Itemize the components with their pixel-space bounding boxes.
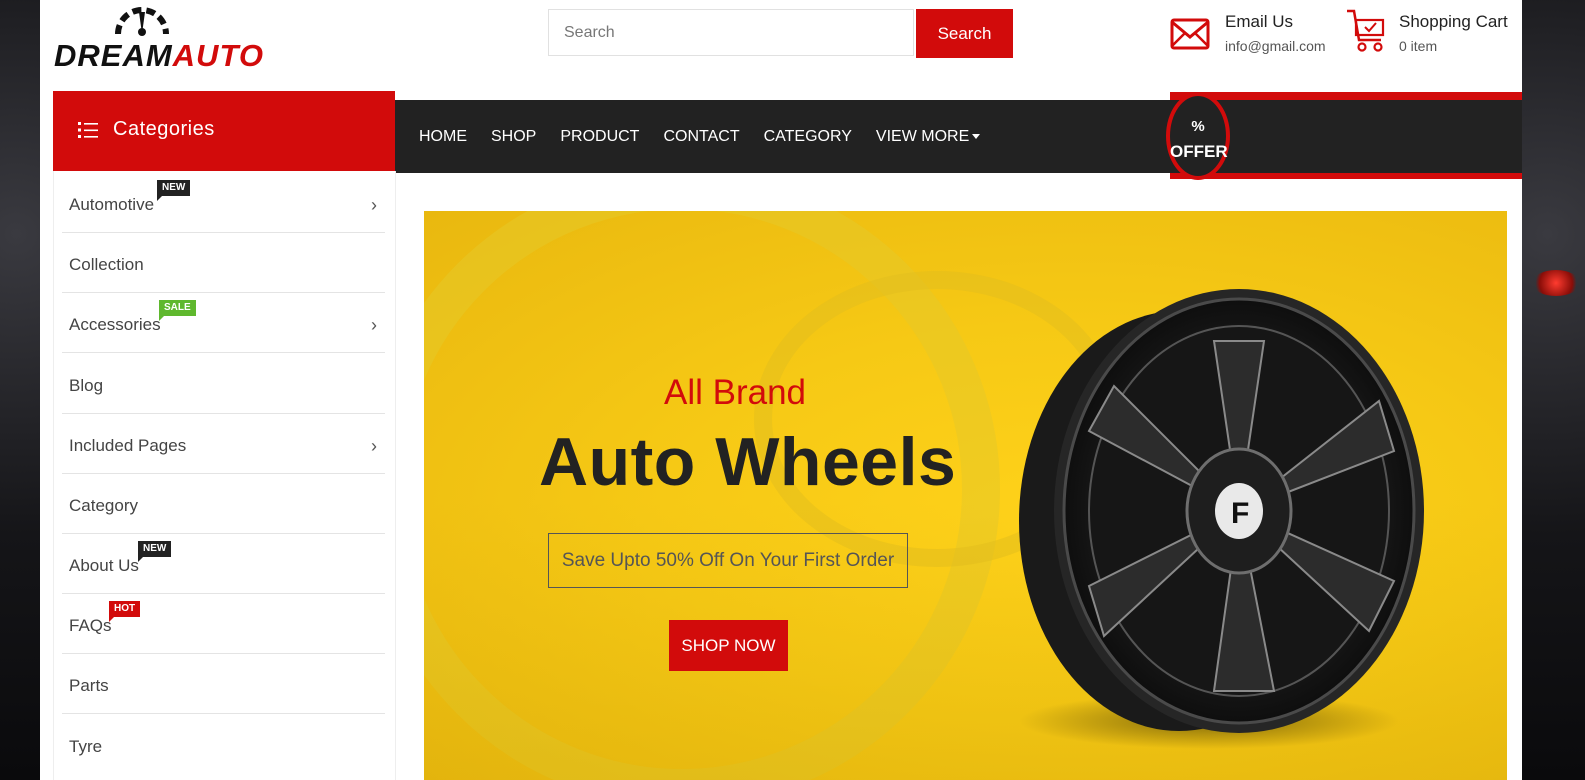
chevron-right-icon: › [371,315,377,335]
new-badge: NEW [138,541,172,562]
categories-list: Automotive NEW › Collection Accessories … [53,171,396,780]
category-included-pages[interactable]: Included Pages › [62,414,385,474]
categories-title: Categories [113,118,215,140]
hero-banner: All Brand Auto Wheels Save Upto 50% Off … [424,211,1507,780]
offer-button[interactable]: % OFFER [1166,92,1230,180]
logo[interactable]: DREAMAUTO [52,0,263,80]
shop-now-button[interactable]: SHOP NOW [669,620,788,671]
hero-title: Auto Wheels [539,424,957,500]
envelope-icon [1170,18,1210,50]
email-title: Email Us [1225,12,1294,31]
category-label: Automotive [69,195,155,214]
category-faqs[interactable]: FAQs HOT [62,594,385,654]
background-right [1522,0,1585,780]
category-label: Parts [69,676,109,695]
category-tyre[interactable]: Tyre [62,715,385,775]
hero-offer-text: Save Upto 50% Off On Your First Order [548,533,908,588]
background-left [0,0,40,780]
category-parts[interactable]: Parts [62,654,385,714]
search-bar: Search [548,9,1014,58]
category-collection[interactable]: Collection [62,233,385,293]
category-label: Tyre [69,737,103,756]
cart-icon [1347,9,1385,52]
category-automotive[interactable]: Automotive NEW › [62,173,385,233]
category-blog[interactable]: Blog [62,354,385,414]
car-light [1532,270,1580,296]
chevron-right-icon: › [371,436,377,456]
email-us[interactable]: Email Us info@gmail.com [1170,10,1340,60]
nav-product[interactable]: PRODUCT [560,128,639,146]
category-label: Category [69,496,138,515]
categories-header[interactable]: Categories [53,91,395,171]
alloy-wheel-image: F [1019,289,1424,749]
sale-badge: SALE [159,300,196,321]
search-button[interactable]: Search [916,9,1013,58]
logo-text-dream: DREAM [54,38,173,73]
logo-text-auto: AUTO [172,38,264,73]
email-value: info@gmail.com [1225,38,1326,54]
list-icon [78,122,98,138]
nav-home[interactable]: HOME [419,128,467,146]
category-label: Collection [69,255,144,274]
caret-down-icon [972,133,981,139]
category-about-us[interactable]: About Us NEW [62,534,385,594]
search-input[interactable] [548,9,914,56]
percent-icon: % [1191,118,1205,135]
chevron-right-icon: › [371,195,377,215]
category-label: FAQs [69,616,112,635]
new-badge: NEW [157,180,191,201]
speedometer-logo-icon [115,7,169,36]
cart-count: 0 item [1399,38,1438,54]
offer-label: OFFER [1170,142,1228,161]
nav-shop[interactable]: SHOP [491,128,536,146]
svg-text:F: F [1231,497,1249,530]
category-label: Accessories [69,315,161,334]
nav-contact[interactable]: CONTACT [663,128,739,146]
category-label: About Us [69,556,139,575]
nav-menu: HOME SHOP PRODUCT CONTACT CATEGORY VIEW … [419,100,1004,173]
category-label: Blog [69,376,104,395]
category-accessories[interactable]: Accessories SALE › [62,293,385,353]
hero-subtitle: All Brand [664,373,807,412]
category-category[interactable]: Category [62,474,385,534]
nav-view-more[interactable]: VIEW MORE [875,127,981,146]
shopping-cart[interactable]: Shopping Cart 0 item [1345,9,1520,60]
cart-title: Shopping Cart [1399,12,1508,31]
category-label: Included Pages [69,436,187,455]
nav-category[interactable]: CATEGORY [764,128,852,146]
page: DREAMAUTO Search Email Us info@gmail.com… [40,0,1522,780]
nav-view-more-label: VIEW MORE [875,127,970,145]
hot-badge: HOT [109,601,141,622]
